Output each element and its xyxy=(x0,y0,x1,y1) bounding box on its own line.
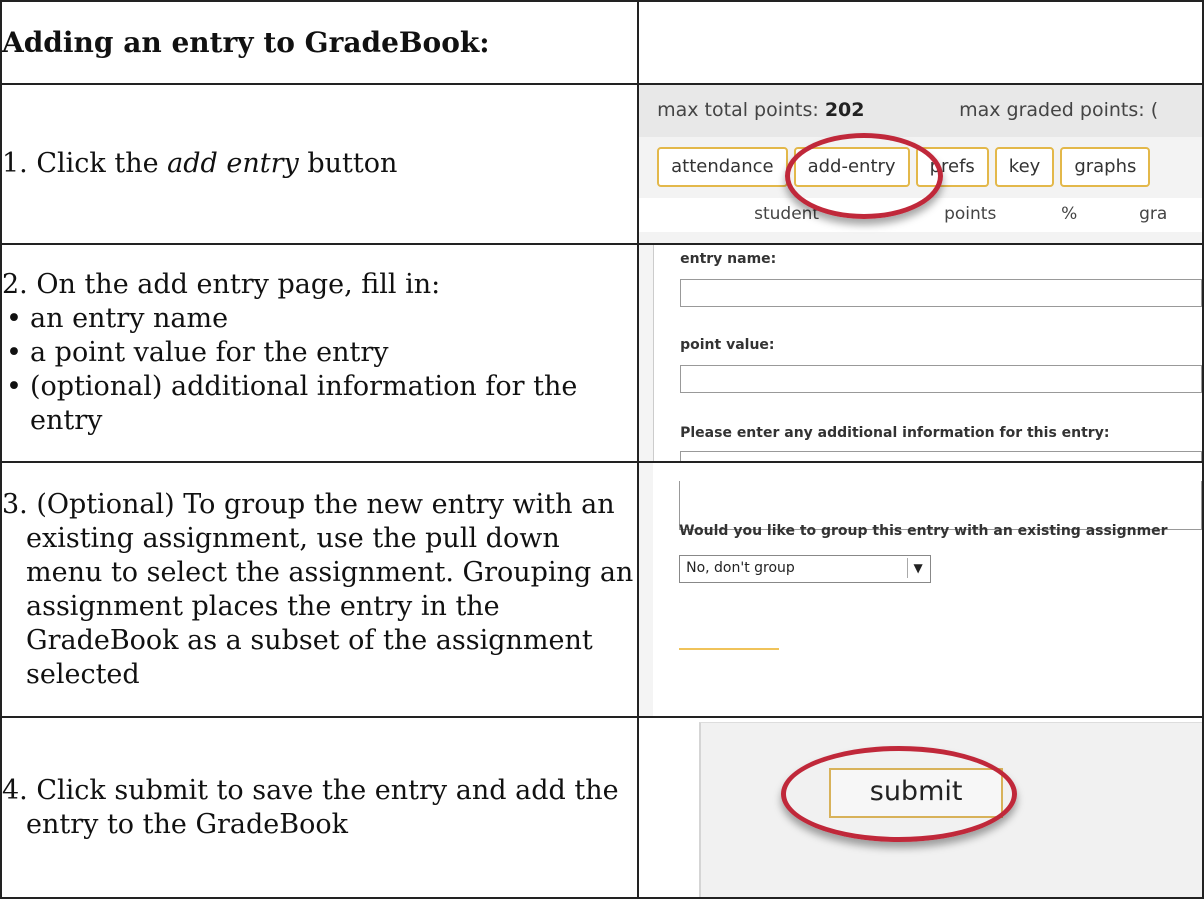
step4-text: 4. Click submit to save the entry and ad… xyxy=(0,716,640,899)
tab-attendance[interactable]: attendance xyxy=(657,147,788,187)
form-panel: entry name: point value: Please enter an… xyxy=(653,246,1202,460)
title-text: Adding an entry to GradeBook: xyxy=(2,25,490,59)
highlight-circle xyxy=(785,133,944,219)
step3-paragraph: 3. (Optional) To group the new entry wit… xyxy=(2,488,634,690)
submit-screenshot: submit xyxy=(640,719,1202,896)
point-value-field[interactable] xyxy=(680,365,1202,393)
max-total-value: 202 xyxy=(824,99,865,121)
header-empty-cell xyxy=(637,0,1204,85)
highlight-circle xyxy=(781,746,1018,842)
column-grade[interactable]: gra xyxy=(1139,204,1167,224)
point-value-label: point value: xyxy=(680,337,775,353)
column-percent[interactable]: % xyxy=(1061,204,1077,224)
chevron-down-icon[interactable]: ▼ xyxy=(907,558,928,578)
list-item: a point value for the entry xyxy=(3,336,636,370)
entry-name-label: entry name: xyxy=(680,251,777,267)
step1-emphasis: add entry xyxy=(167,148,299,179)
points-bar: max total points: 202 max graded points:… xyxy=(640,86,1202,137)
step4-paragraph: 4. Click submit to save the entry and ad… xyxy=(2,774,619,840)
step2-text: 2. On the add entry page, fill in: an en… xyxy=(0,243,640,463)
tab-graphs[interactable]: graphs xyxy=(1060,147,1151,187)
instruction-table: Adding an entry to GradeBook: 1. Click t… xyxy=(0,0,1204,899)
max-graded-points: max graded points: ( xyxy=(959,99,1159,121)
step1-screenshot: max total points: 202 max graded points:… xyxy=(637,83,1204,245)
select-value: No, don't group xyxy=(686,560,795,576)
group-select[interactable]: No, don't group ▼ xyxy=(679,555,932,583)
additional-info-label: Please enter any additional information … xyxy=(680,425,1110,441)
group-question: Would you like to group this entry with … xyxy=(679,523,1168,539)
column-points[interactable]: points xyxy=(944,204,996,224)
step3-text: 3. (Optional) To group the new entry wit… xyxy=(0,461,640,718)
entry-name-field[interactable] xyxy=(680,279,1202,307)
step1-text: 1. Click the add entry button xyxy=(0,83,640,245)
list-item: an entry name xyxy=(3,302,636,336)
step3-screenshot: Would you like to group this entry with … xyxy=(637,461,1204,718)
max-total-points: max total points: 202 xyxy=(657,99,865,121)
step2-list: an entry name a point value for the entr… xyxy=(3,302,636,438)
step2-intro: 2. On the add entry page, fill in: xyxy=(2,269,441,300)
gradebook-toolbar-screenshot: max total points: 202 max graded points:… xyxy=(640,86,1202,242)
step1-suffix: button xyxy=(298,148,398,179)
group-panel: Would you like to group this entry with … xyxy=(653,464,1202,715)
list-item: (optional) additional information for th… xyxy=(3,370,636,438)
add-entry-form-screenshot: entry name: point value: Please enter an… xyxy=(640,246,1202,460)
table-title: Adding an entry to GradeBook: xyxy=(0,0,640,85)
step1-prefix: 1. Click the xyxy=(2,148,168,179)
additional-info-textarea[interactable] xyxy=(680,451,1202,460)
tab-key[interactable]: key xyxy=(994,147,1055,187)
step2-screenshot: entry name: point value: Please enter an… xyxy=(637,243,1204,463)
group-select-screenshot: Would you like to group this entry with … xyxy=(640,464,1202,715)
button-edge xyxy=(679,648,780,650)
step4-screenshot: submit xyxy=(637,716,1204,899)
